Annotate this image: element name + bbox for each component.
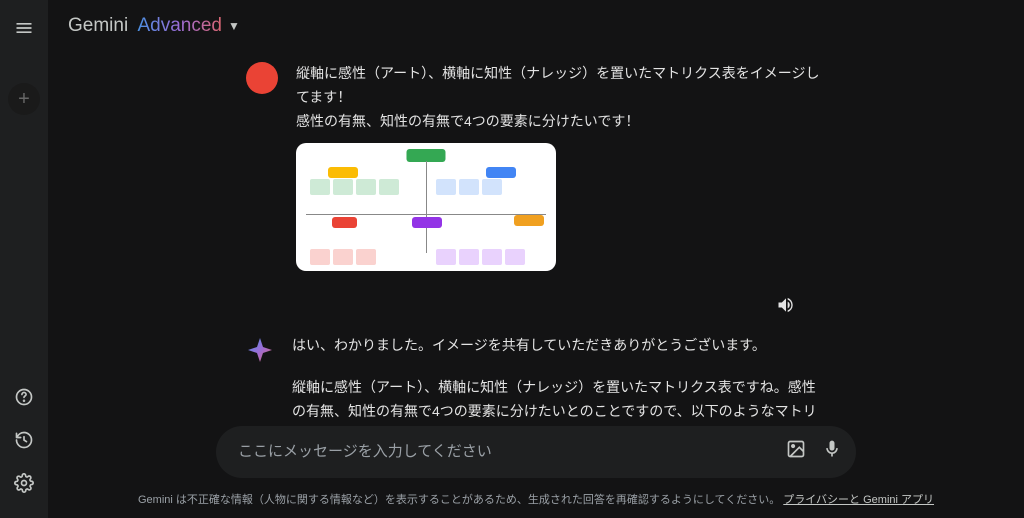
chat-area: 縦軸に感性（アート）、横軸に知性（ナレッジ）を置いたマトリクス表をイメージしてま…	[48, 52, 1024, 426]
product-tier: Advanced	[137, 15, 222, 37]
history-button[interactable]	[14, 430, 34, 455]
help-button[interactable]	[14, 387, 34, 412]
gear-icon	[14, 473, 34, 493]
user-text-line: 縦軸に感性（アート）、横軸に知性（ナレッジ）を置いたマトリクス表をイメージしてま…	[296, 62, 826, 110]
user-avatar	[246, 62, 278, 94]
read-aloud-button[interactable]	[776, 295, 796, 320]
sparkle-icon	[246, 336, 274, 364]
footer-disclaimer: Gemini は不正確な情報（人物に関する情報など）を表示することがあるため、生…	[48, 486, 1024, 518]
header: Gemini Advanced ▼	[48, 0, 1024, 52]
chevron-down-icon: ▼	[228, 19, 240, 33]
privacy-link[interactable]: プライバシーと Gemini アプリ	[783, 494, 934, 506]
history-icon	[14, 430, 34, 450]
menu-button[interactable]	[14, 18, 34, 43]
ai-text-line: はい、わかりました。イメージを共有していただきありがとうございます。	[292, 334, 826, 358]
message-input[interactable]	[238, 443, 786, 460]
plus-icon: +	[18, 88, 30, 111]
product-title-dropdown[interactable]: Gemini Advanced ▼	[68, 15, 240, 37]
ai-text-line: 縦軸に感性（アート）、横軸に知性（ナレッジ）を置いたマトリクス表ですね。感性の有…	[292, 376, 826, 425]
voice-input-button[interactable]	[822, 439, 842, 464]
gemini-avatar	[246, 336, 274, 364]
ai-message: はい、わかりました。イメージを共有していただきありがとうございます。 縦軸に感性…	[246, 334, 826, 425]
attached-image[interactable]	[296, 143, 556, 271]
sidebar: +	[0, 0, 48, 518]
new-chat-button[interactable]: +	[8, 83, 40, 115]
user-message: 縦軸に感性（アート）、横軸に知性（ナレッジ）を置いたマトリクス表をイメージしてま…	[246, 62, 826, 271]
user-text-line: 感性の有無、知性の有無で4つの要素に分けたいです！	[296, 110, 826, 134]
product-name: Gemini	[68, 15, 128, 37]
speaker-icon	[776, 295, 796, 315]
image-icon	[786, 439, 806, 459]
message-input-bar	[216, 426, 856, 478]
upload-image-button[interactable]	[786, 439, 806, 464]
help-icon	[14, 387, 34, 407]
settings-button[interactable]	[14, 473, 34, 498]
disclaimer-text: Gemini は不正確な情報（人物に関する情報など）を表示することがあるため、生…	[138, 494, 780, 506]
hamburger-icon	[14, 18, 34, 38]
microphone-icon	[822, 439, 842, 459]
